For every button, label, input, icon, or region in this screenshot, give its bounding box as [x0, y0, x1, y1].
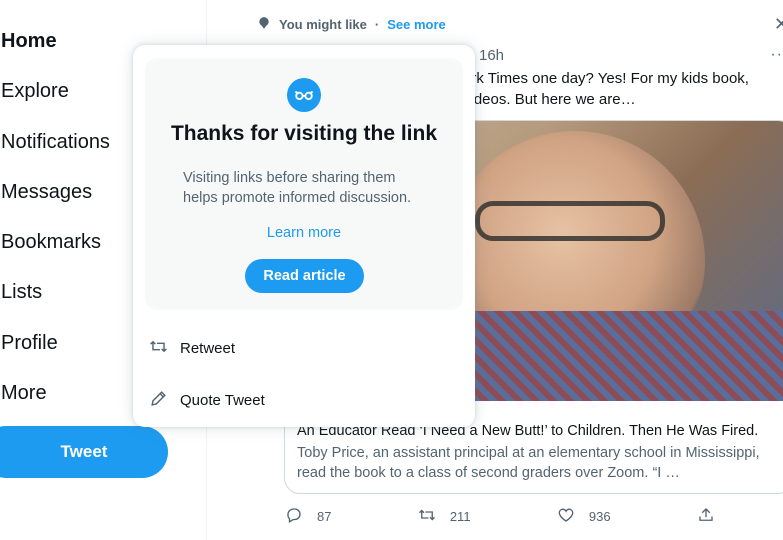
retweet-label: Retweet [180, 339, 236, 357]
tweet-actions: 87 211 936 [285, 506, 715, 527]
share-button[interactable] [697, 506, 715, 527]
see-more-link[interactable]: See more [387, 17, 446, 32]
tweet-text-line: ork Times one day? Yes! For my kids book… [463, 70, 749, 87]
retweet-button[interactable]: 211 [418, 506, 471, 527]
sidebar-item-home[interactable]: Home [1, 30, 57, 53]
sidebar-item-bookmarks[interactable]: Bookmarks [1, 231, 101, 254]
prompt-body: Visiting links before sharing them helps… [183, 170, 412, 206]
card-description: Toby Price, an assistant principal at an… [297, 445, 760, 481]
retweet-count: 211 [449, 509, 471, 524]
suggestion-label: You might like [279, 17, 367, 32]
heart-icon [557, 506, 575, 527]
sidebar-item-messages[interactable]: Messages [1, 181, 92, 204]
reply-count: 87 [317, 509, 332, 524]
tweet-button[interactable]: Tweet [0, 426, 168, 478]
like-button[interactable]: 936 [557, 506, 611, 527]
sparkle-icon [257, 16, 271, 33]
pencil-icon [149, 389, 168, 412]
read-article-button[interactable]: Read article [245, 259, 364, 293]
glasses-icon [287, 78, 321, 112]
retweet-popover: Thanks for visiting the link Visiting li… [133, 45, 475, 427]
card-image-glasses [475, 201, 665, 241]
reply-button[interactable]: 87 [285, 506, 331, 527]
sidebar-item-lists[interactable]: Lists [1, 281, 42, 304]
retweet-icon [418, 506, 436, 527]
sidebar-item-more[interactable]: More [1, 382, 47, 405]
close-icon[interactable]: ✕ [774, 14, 783, 35]
read-before-retweet-prompt: Thanks for visiting the link Visiting li… [145, 58, 463, 310]
tweet-timestamp[interactable]: 16h [479, 47, 504, 64]
retweet-menu-item[interactable]: Retweet [149, 336, 235, 360]
sidebar-item-notifications[interactable]: Notifications [1, 131, 110, 154]
reply-icon [285, 506, 303, 527]
learn-more-link[interactable]: Learn more [145, 225, 463, 241]
suggestion-separator: · [374, 17, 380, 32]
suggestion-header: You might like · See more [257, 16, 446, 33]
tweet-text: ork Times one day? Yes! For my kids book… [463, 68, 783, 110]
share-icon [697, 506, 715, 527]
retweet-icon [149, 337, 168, 360]
quote-tweet-label: Quote Tweet [180, 391, 265, 409]
like-count: 936 [588, 509, 611, 524]
quote-tweet-menu-item[interactable]: Quote Tweet [149, 388, 265, 412]
sidebar-item-explore[interactable]: Explore [1, 80, 69, 103]
more-options-icon[interactable]: ·· [770, 46, 783, 64]
tweet-text-line: videos. But here we are… [463, 91, 636, 108]
prompt-title: Thanks for visiting the link [170, 122, 438, 145]
sidebar-item-profile[interactable]: Profile [1, 332, 58, 355]
